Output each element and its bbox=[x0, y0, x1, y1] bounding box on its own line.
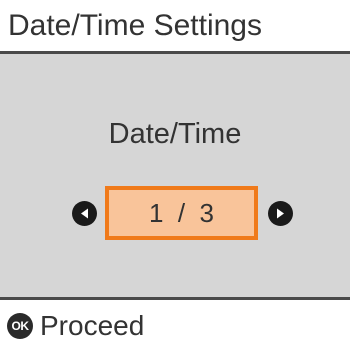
left-arrow-icon[interactable] bbox=[72, 201, 97, 226]
page-indicator-text: 1 / 3 bbox=[148, 197, 215, 228]
settings-panel: Date/Time 1 / 3 bbox=[0, 54, 350, 297]
header-bar: Date/Time Settings bbox=[0, 0, 350, 54]
setting-item-label: Date/Time bbox=[108, 118, 242, 150]
right-arrow-icon[interactable] bbox=[268, 201, 293, 226]
page-indicator[interactable]: 1 / 3 bbox=[105, 186, 258, 240]
date-time-settings-screen: Date/Time Settings Date/Time 1 / 3 OK Pr… bbox=[0, 0, 350, 351]
proceed-label: Proceed bbox=[40, 310, 145, 341]
page-title: Date/Time Settings bbox=[8, 9, 262, 42]
ok-button-icon[interactable]: OK bbox=[7, 313, 33, 339]
footer-bar: OK Proceed bbox=[0, 297, 350, 351]
